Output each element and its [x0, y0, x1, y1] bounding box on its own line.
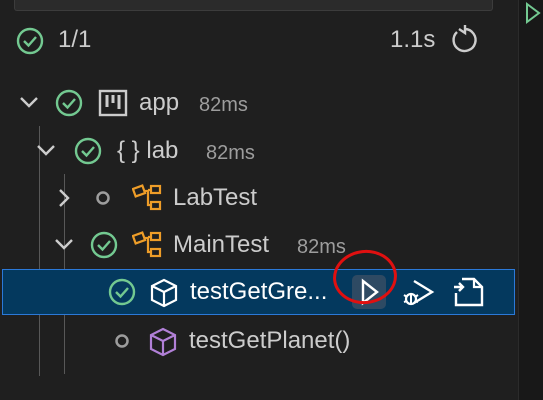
chevron-down-icon[interactable] — [18, 94, 40, 112]
chevron-down-icon[interactable] — [53, 236, 75, 254]
test-duration: 1.1s — [390, 26, 436, 53]
debug-test-button[interactable] — [398, 275, 435, 309]
project-icon — [98, 89, 128, 117]
not-run-circle-icon — [115, 334, 129, 348]
method-cube-icon — [150, 278, 178, 308]
tree-item-duration: 82ms — [199, 94, 248, 116]
test-summary: 1/1 1.1s — [0, 17, 517, 63]
chevron-down-icon[interactable] — [35, 142, 57, 160]
class-icon — [132, 184, 162, 211]
run-test-button[interactable] — [352, 275, 386, 309]
tree-item-label: app — [139, 89, 180, 116]
test-count: 1/1 — [58, 26, 92, 53]
tree-item-label: testGetPlanet() — [189, 327, 351, 354]
tree-item-labtest[interactable]: LabTest — [0, 175, 517, 221]
play-icon — [361, 278, 379, 306]
tree-item-label: MainTest — [173, 231, 270, 258]
class-icon — [132, 231, 162, 258]
tree-item-maintest[interactable]: MainTest 82ms — [0, 222, 517, 268]
tree-item-duration: 82ms — [206, 142, 255, 164]
tree-item-app[interactable]: app 82ms — [0, 80, 517, 126]
tree-item-label: { } lab — [117, 137, 179, 164]
pass-circle-icon — [90, 231, 118, 259]
tree-item-lab[interactable]: { } lab 82ms — [0, 128, 517, 174]
run-icon[interactable] — [525, 2, 541, 24]
tree-item-test-get-planet[interactable]: testGetPlanet() — [0, 318, 517, 364]
pass-circle-icon — [55, 89, 83, 117]
pass-circle-icon — [74, 137, 102, 165]
side-panel-strip — [518, 0, 543, 400]
tree-item-duration: 82ms — [297, 236, 346, 258]
tree-item-label: testGetGre... — [190, 278, 328, 305]
not-run-circle-icon — [96, 191, 110, 205]
tree-item-test-get-greeting[interactable]: testGetGre... — [2, 269, 515, 315]
chevron-right-icon[interactable] — [55, 187, 73, 209]
refresh-icon[interactable] — [449, 25, 479, 55]
go-to-file-icon — [454, 277, 484, 307]
go-to-test-button[interactable] — [450, 275, 484, 309]
pass-circle-icon — [108, 278, 136, 306]
filter-bar[interactable] — [14, 0, 493, 11]
debug-play-icon — [403, 279, 435, 306]
tree-item-label: LabTest — [173, 184, 258, 211]
method-cube-icon — [149, 327, 177, 357]
pass-circle-icon — [16, 27, 44, 55]
